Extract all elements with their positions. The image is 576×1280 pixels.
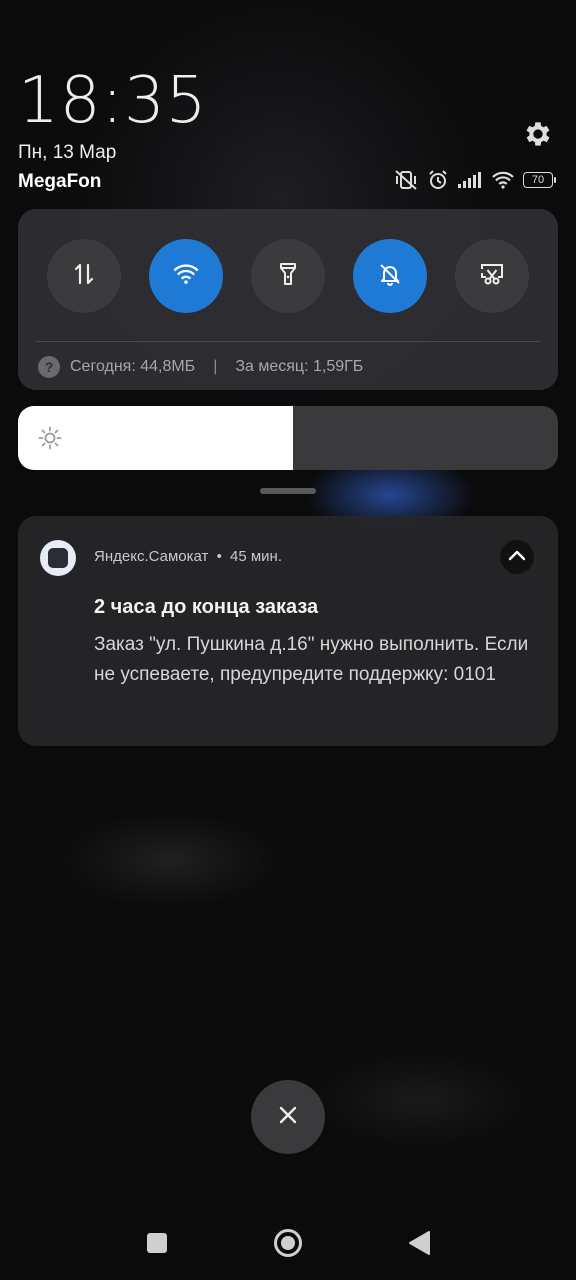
- header-dot: •: [216, 548, 222, 565]
- wifi-toggle[interactable]: [149, 239, 223, 313]
- mobile-data-toggle[interactable]: [47, 239, 121, 313]
- close-icon: [277, 1104, 299, 1131]
- home-button[interactable]: [273, 1228, 303, 1263]
- usage-separator: |: [213, 358, 218, 375]
- flashlight-icon: [275, 260, 301, 293]
- help-icon: ?: [38, 356, 60, 378]
- usage-month: За месяц: 1,59ГБ: [235, 358, 364, 375]
- collapse-button[interactable]: [500, 540, 534, 574]
- back-triangle-icon: [407, 1230, 431, 1261]
- notification-title: 2 часа до конца заказа: [94, 596, 319, 618]
- back-button[interactable]: [404, 1230, 434, 1260]
- panel-drag-handle[interactable]: [260, 488, 316, 494]
- square-icon: [146, 1232, 168, 1259]
- mobile-data-icon: [71, 261, 97, 292]
- quick-settings-panel: ? Сегодня: 44,8МБ | За месяц: 1,59ГБ: [18, 209, 558, 390]
- chevron-up-icon: [508, 548, 526, 566]
- wifi-status-icon: [491, 171, 515, 189]
- app-icon: [40, 540, 76, 576]
- alarm-icon: [427, 169, 449, 191]
- clock: 18:35: [18, 64, 208, 138]
- data-usage-row[interactable]: ? Сегодня: 44,8МБ | За месяц: 1,59ГБ: [38, 356, 363, 378]
- settings-gear-icon[interactable]: [522, 118, 554, 150]
- clear-all-button[interactable]: [251, 1080, 325, 1154]
- mute-toggle[interactable]: [353, 239, 427, 313]
- notification-body: Заказ "ул. Пушкина д.16" нужно выполнить…: [94, 634, 529, 685]
- wifi-icon: [172, 263, 200, 290]
- recents-button[interactable]: [142, 1230, 172, 1260]
- notification-header: Яндекс.Самокат • 45 мин.: [94, 548, 282, 565]
- flashlight-toggle[interactable]: [251, 239, 325, 313]
- navigation-bar: [0, 1210, 576, 1280]
- notification-card[interactable]: Яндекс.Самокат • 45 мин. 2 часа до конца…: [18, 516, 558, 746]
- brightness-slider[interactable]: [18, 406, 558, 470]
- carrier-label: MegaFon: [18, 171, 102, 192]
- brightness-sun-icon: [38, 426, 62, 450]
- screenshot-icon: [479, 261, 505, 292]
- app-name: Яндекс.Самокат: [94, 548, 209, 565]
- battery-icon: 70: [523, 172, 556, 188]
- date-label: Пн, 13 Мар: [18, 142, 117, 163]
- screenshot-toggle[interactable]: [455, 239, 529, 313]
- mute-bell-icon: [377, 261, 403, 292]
- notification-time: 45 мин.: [230, 548, 282, 565]
- status-bar: 70: [393, 168, 556, 192]
- vibrate-off-icon: [393, 169, 419, 191]
- usage-today: Сегодня: 44,8МБ: [70, 358, 196, 375]
- divider: [36, 341, 540, 342]
- home-circle-icon: [273, 1228, 303, 1263]
- signal-icon: [457, 171, 483, 189]
